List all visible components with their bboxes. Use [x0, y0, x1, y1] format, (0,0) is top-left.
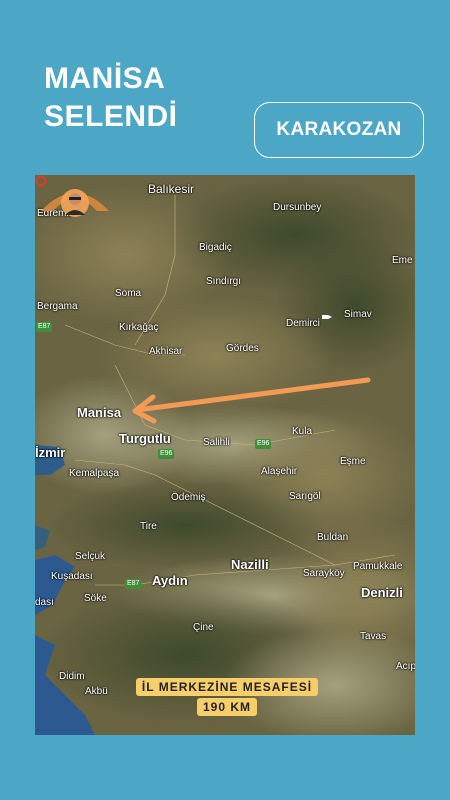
- label-kusadasi: Kuşadası: [51, 571, 93, 582]
- label-esme: Eşme: [340, 456, 366, 467]
- label-kirkagac: Kırkağaç: [119, 322, 159, 333]
- label-selcuk: Selçuk: [75, 551, 106, 562]
- label-soke: Söke: [84, 593, 107, 604]
- label-saraykoy: Sarayköy: [303, 568, 345, 579]
- label-manisa: Manisa: [77, 405, 122, 420]
- label-kemalpasa: Kemalpaşa: [69, 468, 120, 479]
- location-pin-icon[interactable]: [35, 175, 47, 187]
- label-tire: Tire: [140, 521, 157, 532]
- page-title: MANİSA SELENDİ: [44, 60, 178, 136]
- road-shield-e87: E87: [125, 579, 142, 589]
- label-odemis: Ödemiş: [171, 492, 206, 503]
- label-izmir: İzmir: [35, 445, 66, 460]
- label-denizli: Denizli: [361, 585, 403, 600]
- label-soma: Soma: [115, 288, 142, 299]
- location-badge: KARAKOZAN: [254, 102, 424, 158]
- distance-box: İL MERKEZİNE MESAFESİ 190 KM: [112, 677, 342, 717]
- label-cine: Çine: [193, 622, 214, 633]
- label-balikesir: Balıkesir: [148, 182, 195, 196]
- label-aydin: Aydın: [152, 573, 188, 588]
- label-turgutlu: Turgutlu: [119, 431, 171, 446]
- label-bergama: Bergama: [37, 301, 78, 312]
- title-line-2: SELENDİ: [44, 100, 178, 133]
- brand-logo: [41, 189, 109, 217]
- label-sindirgi: Sındırgı: [206, 276, 242, 287]
- label-kula: Kula: [292, 426, 313, 437]
- simav-marker-icon: [322, 315, 332, 319]
- label-acip: Acıp: [396, 661, 415, 672]
- map-view[interactable]: Balıkesir Edremit Dursunbey Bigadiç Eme …: [35, 175, 415, 735]
- road-shield-e96: E96: [158, 449, 175, 459]
- label-buldan: Buldan: [317, 532, 349, 543]
- label-simav: Simav: [344, 309, 372, 320]
- distance-label: İL MERKEZİNE MESAFESİ: [135, 678, 319, 696]
- label-eme: Eme: [392, 255, 413, 266]
- map-terrain: [35, 175, 415, 735]
- label-dasi: dası: [35, 597, 54, 608]
- label-pamukkale: Pamukkale: [353, 561, 403, 572]
- label-dursunbey: Dursunbey: [273, 202, 322, 213]
- label-demirci: Demirci: [286, 318, 320, 329]
- label-didim: Didim: [59, 671, 85, 682]
- label-akhisar: Akhisar: [149, 346, 183, 357]
- title-line-1: MANİSA: [44, 62, 166, 95]
- label-nazilli: Nazilli: [231, 557, 269, 572]
- label-tavas: Tavas: [360, 631, 387, 642]
- road-shield-e87: E87: [36, 322, 53, 332]
- label-bigadic: Bigadiç: [199, 242, 232, 253]
- label-alasehir: Alaşehir: [261, 466, 298, 477]
- label-sarigol: Sarıgöl: [289, 491, 321, 502]
- distance-value: 190 KM: [196, 698, 258, 716]
- label-gordes: Gördes: [226, 343, 259, 354]
- label-akbuk: Akbü: [85, 686, 108, 697]
- label-salihli: Salihli: [203, 437, 230, 448]
- road-shield-e96: E96: [255, 439, 272, 449]
